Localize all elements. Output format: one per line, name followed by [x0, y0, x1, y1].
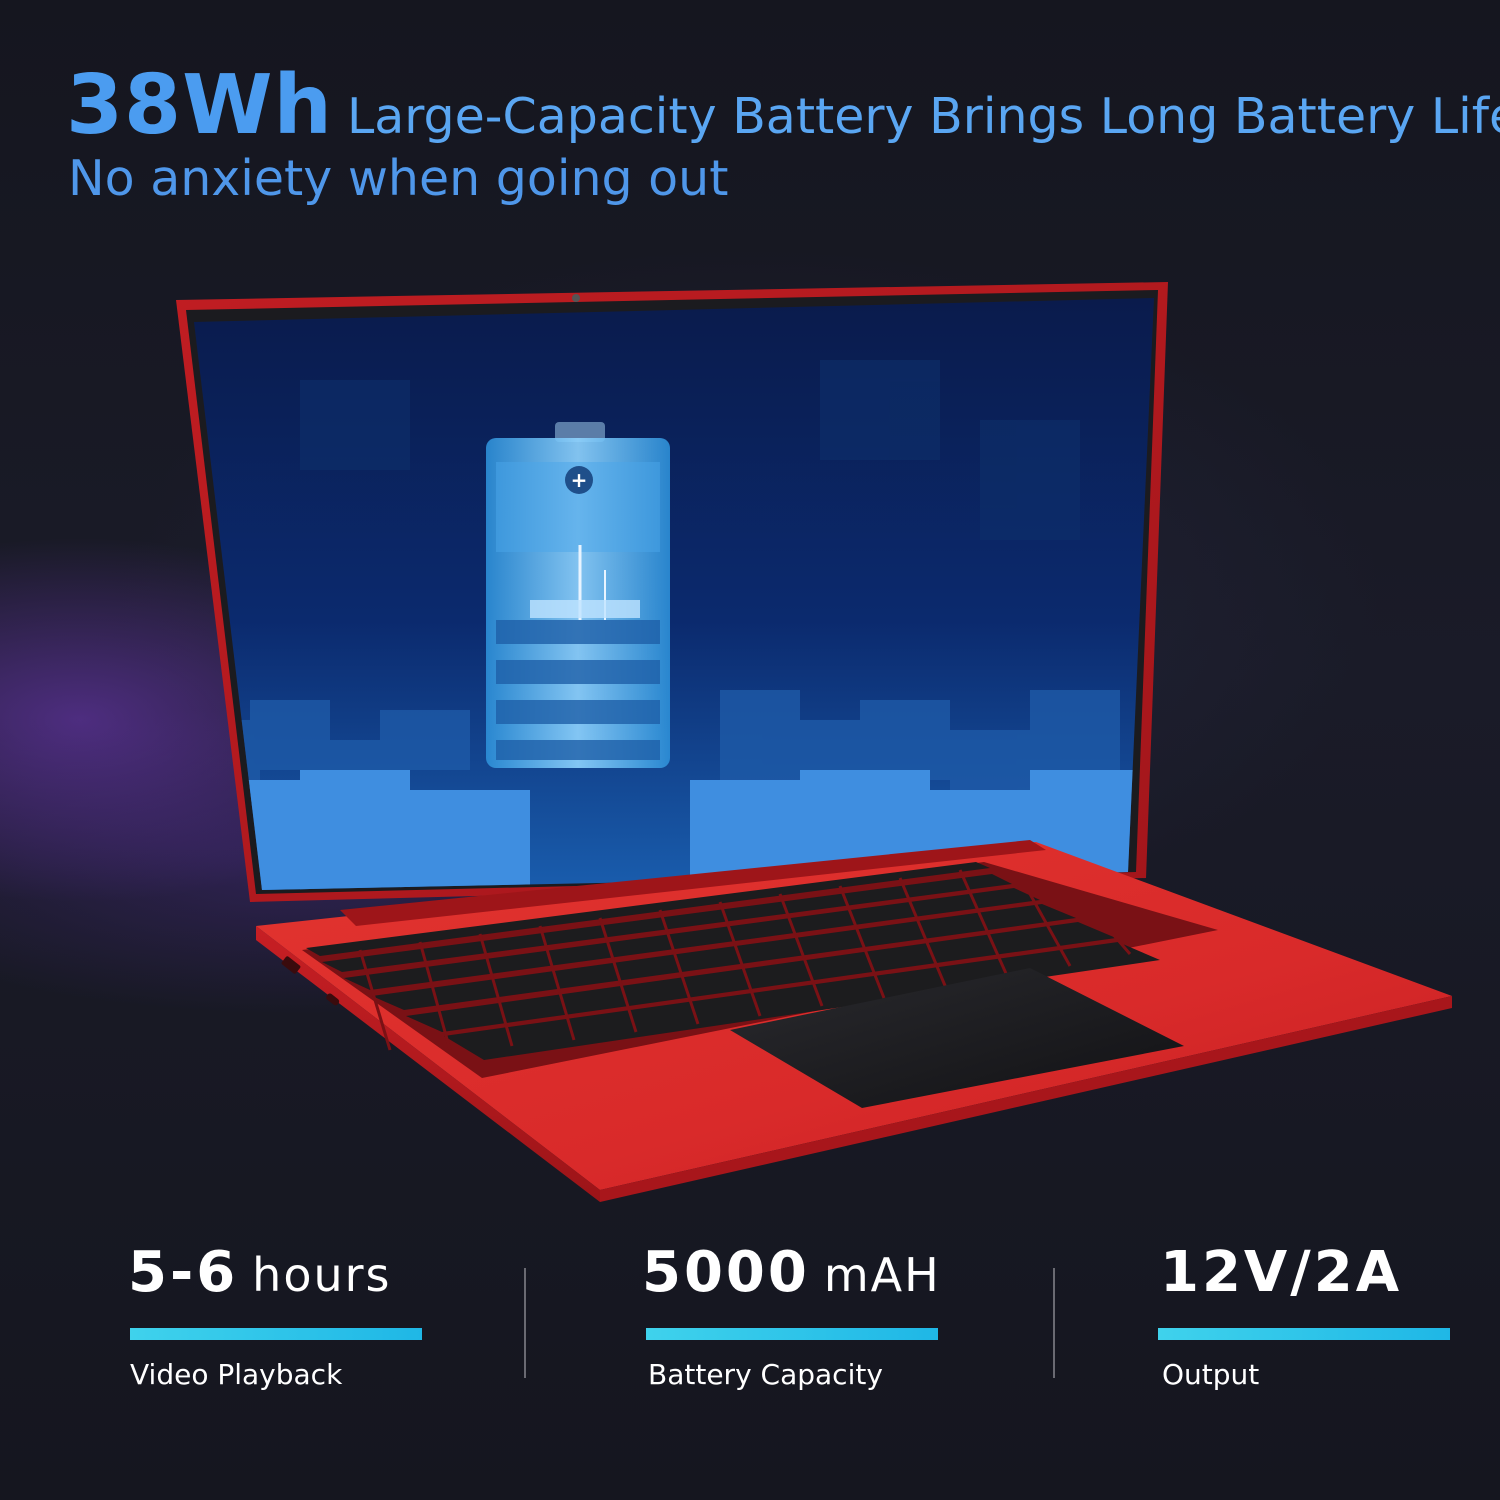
battery-graphic: +	[486, 422, 670, 768]
accent-bar	[130, 1328, 422, 1340]
stat-value: 12V/2A	[1160, 1240, 1403, 1305]
stat-value: 5-6	[128, 1240, 239, 1305]
stat-value: 5000	[642, 1240, 810, 1305]
laptop-screen: +	[194, 298, 1154, 890]
stat-label: Video Playback	[130, 1358, 343, 1391]
stat-label: Battery Capacity	[648, 1358, 883, 1391]
accent-bar	[646, 1328, 938, 1340]
divider	[524, 1268, 526, 1378]
webcam-icon	[572, 294, 580, 302]
accent-bar	[1158, 1328, 1450, 1340]
stat-unit: mAH	[823, 1248, 941, 1302]
stat-battery-capacity: 5000 mAH Battery Capacity	[642, 1240, 941, 1391]
divider	[1053, 1268, 1055, 1378]
stat-video-playback: 5-6 hours Video Playback	[128, 1240, 422, 1391]
stat-output: 12V/2A Output	[1158, 1240, 1450, 1391]
stat-unit: hours	[252, 1248, 392, 1302]
stat-label: Output	[1162, 1358, 1260, 1391]
svg-text:+: +	[571, 468, 588, 492]
